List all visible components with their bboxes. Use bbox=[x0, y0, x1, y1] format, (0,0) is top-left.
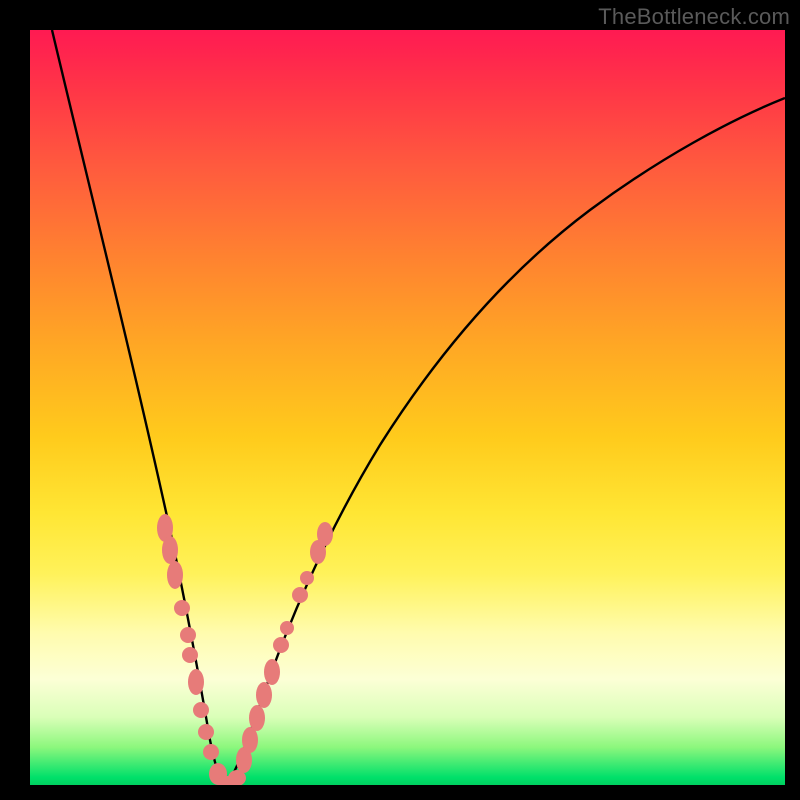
watermark-text: TheBottleneck.com bbox=[598, 4, 790, 30]
outer-frame: TheBottleneck.com bbox=[0, 0, 800, 800]
plot-area bbox=[30, 30, 785, 785]
